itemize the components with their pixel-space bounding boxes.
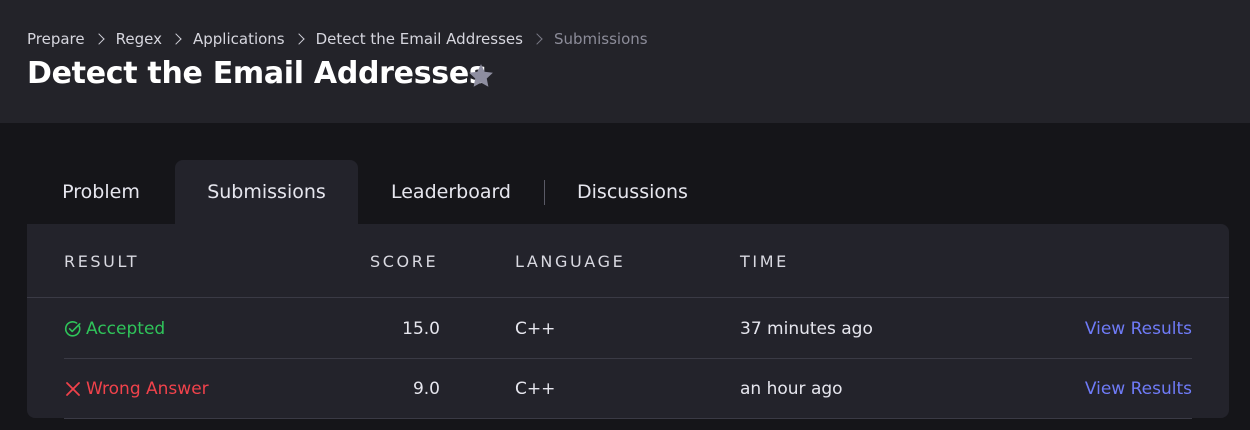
time-cell: an hour ago bbox=[740, 379, 843, 399]
breadcrumb-prepare[interactable]: Prepare bbox=[27, 30, 85, 48]
tab-problem[interactable]: Problem bbox=[27, 160, 175, 224]
x-icon bbox=[66, 382, 80, 396]
time-cell: 37 minutes ago bbox=[740, 319, 873, 339]
submissions-table: RESULT SCORE LANGUAGE TIME Accepted 15.0… bbox=[27, 224, 1229, 419]
page-header: Prepare Regex Applications Detect the Em… bbox=[0, 0, 1250, 123]
score-cell: 15.0 bbox=[402, 319, 440, 339]
tab-submissions[interactable]: Submissions bbox=[175, 160, 358, 224]
column-header-time: TIME bbox=[740, 252, 789, 271]
chevron-right-icon bbox=[170, 33, 182, 45]
tab-label: Submissions bbox=[207, 181, 326, 203]
breadcrumb-applications[interactable]: Applications bbox=[193, 30, 285, 48]
chevron-right-icon bbox=[292, 33, 305, 45]
column-header-score: SCORE bbox=[370, 252, 439, 271]
tab-discussions[interactable]: Discussions bbox=[545, 160, 720, 224]
score-cell: 9.0 bbox=[412, 379, 440, 399]
result-cell: Accepted bbox=[64, 299, 165, 359]
header-divider bbox=[27, 297, 1229, 298]
page-title: Detect the Email Addresses bbox=[27, 56, 487, 91]
view-results-link[interactable]: View Results bbox=[1085, 359, 1192, 419]
breadcrumb: Prepare Regex Applications Detect the Em… bbox=[27, 30, 648, 48]
star-icon[interactable] bbox=[466, 61, 496, 91]
language-cell: C++ bbox=[515, 379, 556, 399]
table-row: Wrong Answer 9.0 C++ an hour ago View Re… bbox=[27, 359, 1229, 419]
tab-leaderboard[interactable]: Leaderboard bbox=[358, 160, 544, 224]
tab-label: Leaderboard bbox=[390, 181, 511, 203]
check-circle-icon bbox=[64, 321, 81, 337]
tab-label: Problem bbox=[62, 181, 140, 203]
breadcrumb-regex[interactable]: Regex bbox=[116, 30, 162, 48]
chevron-right-icon bbox=[92, 33, 105, 45]
chevron-right-icon bbox=[531, 33, 543, 45]
breadcrumb-challenge[interactable]: Detect the Email Addresses bbox=[316, 30, 523, 48]
tab-label: Discussions bbox=[577, 181, 688, 203]
row-divider bbox=[64, 418, 1192, 419]
table-row: Accepted 15.0 C++ 37 minutes ago View Re… bbox=[27, 299, 1229, 359]
view-results-link[interactable]: View Results bbox=[1085, 299, 1192, 359]
result-cell: Wrong Answer bbox=[64, 359, 209, 419]
result-label: Wrong Answer bbox=[86, 379, 209, 399]
breadcrumb-current: Submissions bbox=[553, 30, 648, 48]
language-cell: C++ bbox=[515, 319, 556, 339]
column-header-language: LANGUAGE bbox=[515, 252, 626, 271]
column-header-result: RESULT bbox=[64, 252, 140, 271]
result-label: Accepted bbox=[86, 319, 166, 339]
